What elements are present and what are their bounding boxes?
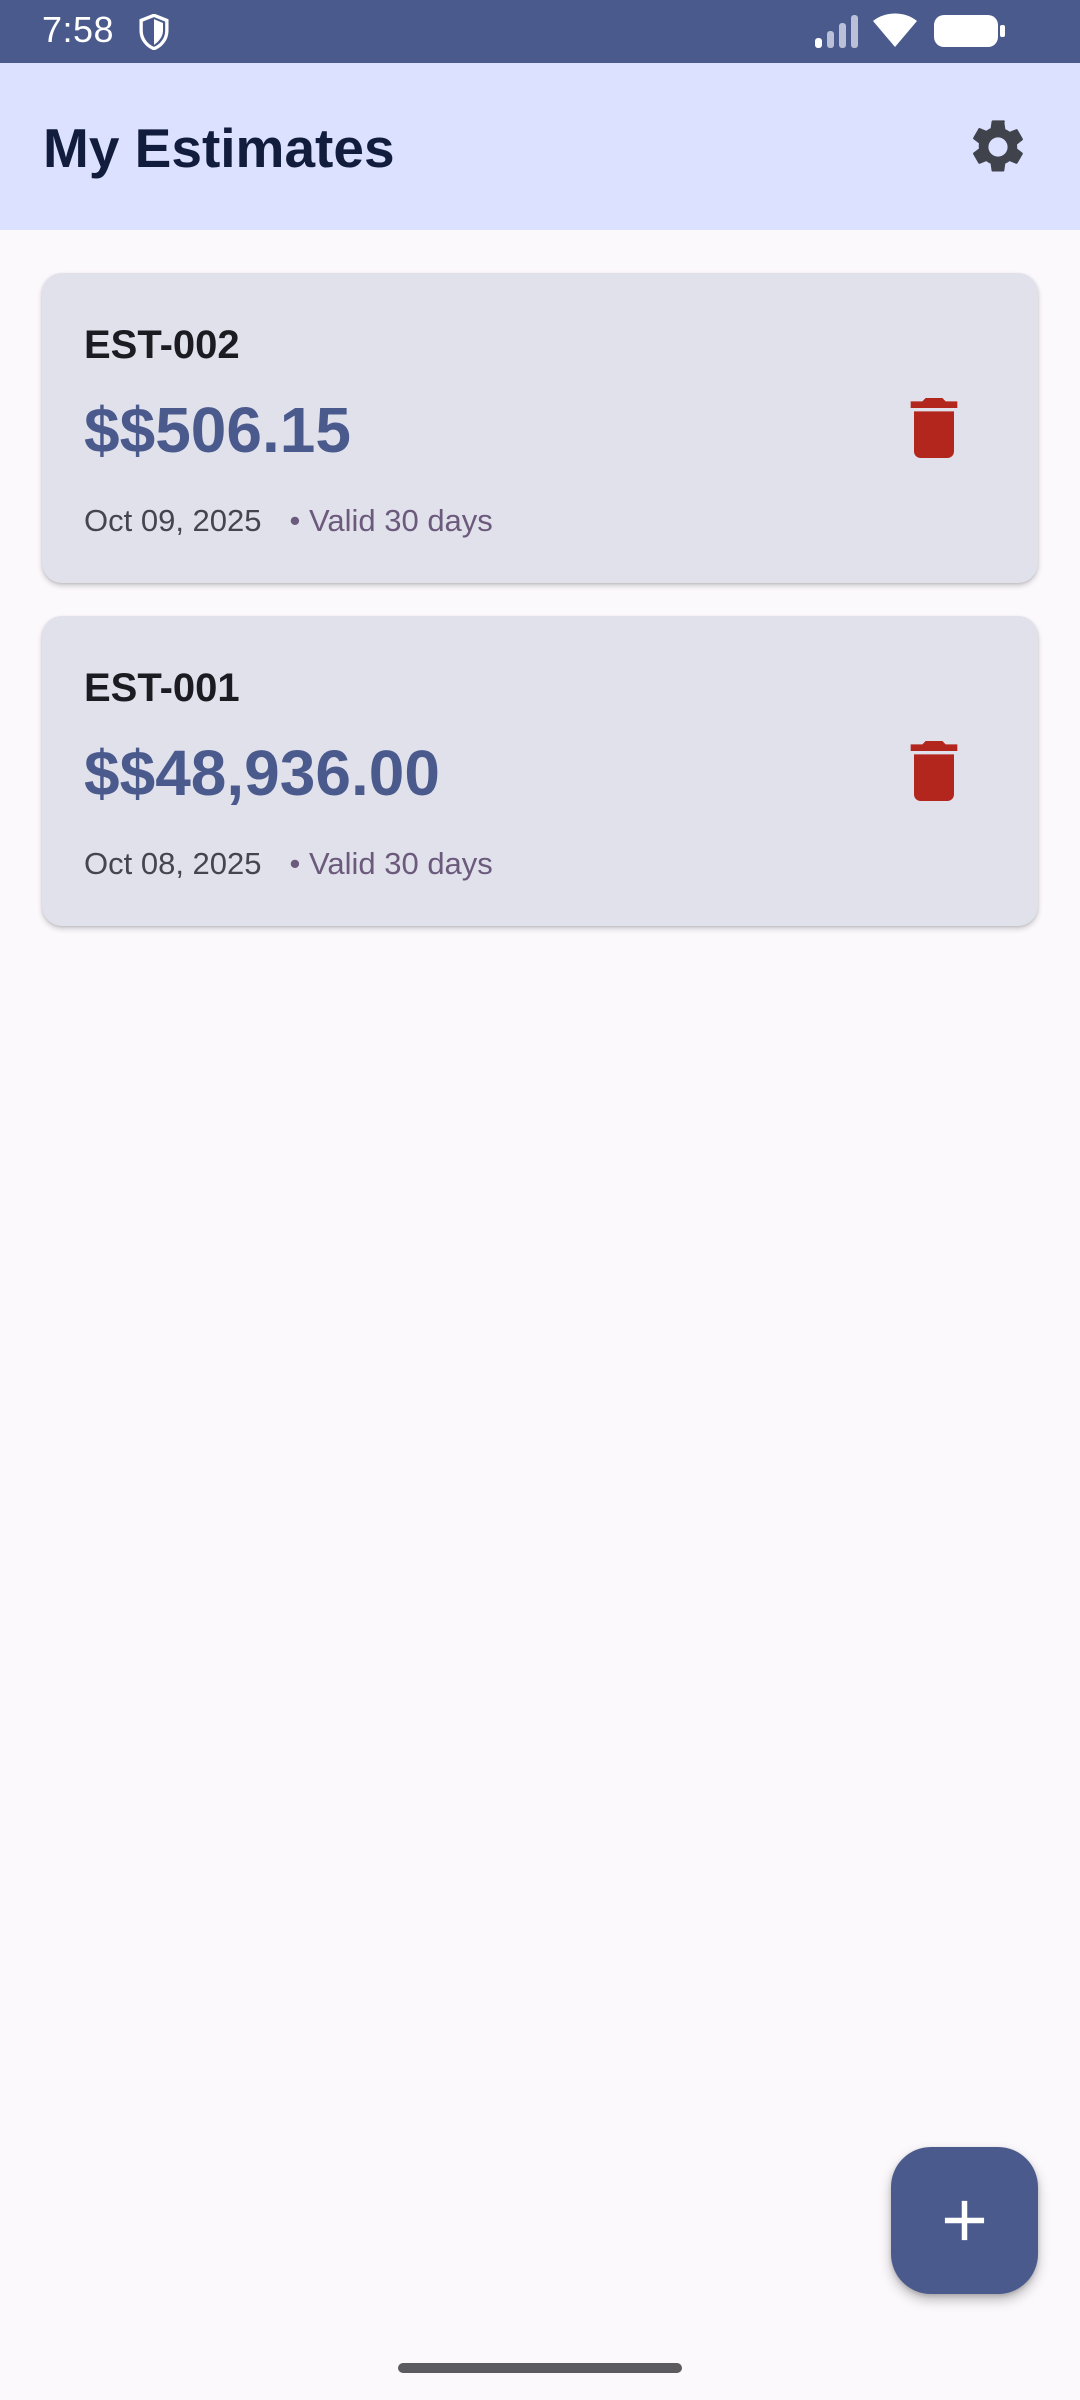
estimate-id: EST-001 [84,666,240,710]
estimate-meta: Oct 09, 2025 • Valid 30 days [84,501,493,541]
estimate-amount: $$48,936.00 [84,737,440,809]
estimate-validity: • Valid 30 days [289,846,493,881]
estimate-id: EST-002 [84,323,240,367]
estimate-date: Oct 08, 2025 [84,846,262,881]
estimate-validity: • Valid 30 days [289,503,493,538]
status-bar: 7:58 [0,0,1080,63]
trash-icon[interactable] [908,398,960,458]
status-time: 7:58 [42,9,115,50]
page-title: My Estimates [43,117,395,179]
wifi-icon [873,13,917,47]
estimate-meta: Oct 08, 2025 • Valid 30 days [84,844,493,884]
estimate-amount: $$506.15 [84,394,351,466]
signal-icon [815,15,858,48]
add-estimate-button[interactable] [891,2147,1038,2294]
estimate-date: Oct 09, 2025 [84,503,262,538]
battery-icon [934,15,1005,47]
app-bar: My Estimates [0,63,1080,230]
shield-icon [139,14,169,50]
plus-icon [944,2200,985,2241]
gear-icon[interactable] [966,115,1030,179]
estimate-card[interactable]: EST-002 $$506.15 Oct 09, 2025 • Valid 30 … [42,273,1038,583]
estimate-card[interactable]: EST-001 $$48,936.00 Oct 08, 2025 • Valid … [42,616,1038,926]
home-indicator[interactable] [398,2363,682,2373]
trash-icon[interactable] [908,741,960,801]
